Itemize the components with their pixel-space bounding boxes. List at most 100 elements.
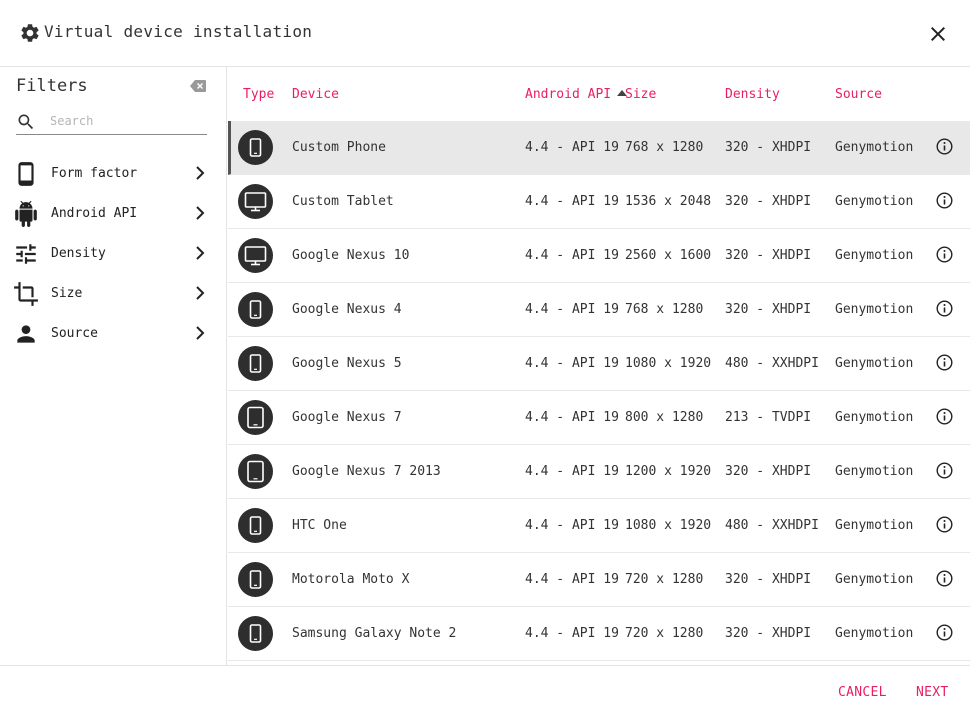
- table-row[interactable]: Google Nexus 5 4.4 - API 19 1080 x 1920 480…: [228, 337, 970, 391]
- size-cell: 1536 x 2048: [625, 194, 712, 209]
- gear-icon: [21, 24, 39, 42]
- column-header-device[interactable]: Device: [292, 87, 339, 102]
- source-cell: Genymotion: [835, 626, 914, 641]
- chevron-right-icon: [196, 286, 205, 300]
- close-icon[interactable]: [926, 22, 950, 46]
- info-icon[interactable]: [936, 354, 953, 371]
- table-row[interactable]: Google Nexus 7 2013 4.4 - API 19 1200 x 19…: [228, 445, 970, 499]
- table-row[interactable]: Google Nexus 4 4.4 - API 19 768 x 1280 320 …: [228, 283, 970, 337]
- android-api-cell: 4.4 - API 19: [525, 572, 619, 587]
- window-title: Virtual device installation: [44, 22, 313, 41]
- info-icon[interactable]: [936, 408, 953, 425]
- android-api-cell: 4.4 - API 19: [525, 356, 619, 371]
- table-row[interactable]: Motorola Moto X 4.4 - API 19 720 x 1280 320…: [228, 553, 970, 607]
- filter-label: Size: [51, 286, 83, 301]
- chevron-right-icon: [196, 206, 205, 220]
- column-header-size[interactable]: Size: [625, 87, 656, 102]
- density-cell: 213 - TVDPI: [725, 410, 812, 425]
- filters-panel: Filters Form factor Android API Density: [0, 67, 227, 665]
- filter-label: Form factor: [51, 166, 138, 181]
- source-cell: Genymotion: [835, 410, 914, 425]
- filter-label: Density: [51, 246, 106, 261]
- android-api-cell: 4.4 - API 19: [525, 302, 619, 317]
- table-row[interactable]: Google Nexus 10 4.4 - API 19 2560 x 1600 32…: [228, 229, 970, 283]
- phone-icon: [18, 162, 34, 186]
- device-type-phone-icon: [238, 616, 273, 651]
- android-icon: [15, 201, 37, 227]
- info-icon[interactable]: [936, 516, 953, 533]
- size-cell: 800 x 1280: [625, 410, 704, 425]
- size-cell: 720 x 1280: [625, 572, 704, 587]
- filter-source[interactable]: Source: [0, 313, 226, 353]
- chevron-right-icon: [196, 326, 205, 340]
- filter-form-factor[interactable]: Form factor: [0, 153, 226, 193]
- device-name-cell: Custom Phone: [292, 140, 386, 155]
- info-icon[interactable]: [936, 138, 953, 155]
- android-api-cell: 4.4 - API 19: [525, 626, 619, 641]
- table-row[interactable]: Custom Tablet 4.4 - API 19 1536 x 2048 320 …: [228, 175, 970, 229]
- device-name-cell: Samsung Galaxy Note 2: [292, 626, 457, 641]
- filter-density[interactable]: Density: [0, 233, 226, 273]
- filter-label: Source: [51, 326, 98, 341]
- device-type-phone-icon: [238, 562, 273, 597]
- table-row[interactable]: HTC One 4.4 - API 19 1080 x 1920 480 - XXHD…: [228, 499, 970, 553]
- column-header-type[interactable]: Type: [243, 87, 274, 102]
- source-cell: Genymotion: [835, 572, 914, 587]
- device-type-tablet-icon: [238, 400, 273, 435]
- density-cell: 320 - XHDPI: [725, 140, 812, 155]
- next-button[interactable]: NEXT: [916, 685, 949, 700]
- filter-size[interactable]: Size: [0, 273, 226, 313]
- info-icon[interactable]: [936, 624, 953, 641]
- size-cell: 768 x 1280: [625, 140, 704, 155]
- filters-heading: Filters: [16, 76, 88, 96]
- info-icon[interactable]: [936, 192, 953, 209]
- device-type-monitor-icon: [238, 184, 273, 219]
- filter-android-api[interactable]: Android API: [0, 193, 226, 233]
- device-name-cell: Google Nexus 7: [292, 410, 402, 425]
- column-header-density[interactable]: Density: [725, 87, 780, 102]
- device-table: Type Device Android API Size Density Sou…: [228, 67, 970, 665]
- density-cell: 320 - XHDPI: [725, 464, 812, 479]
- device-type-tablet-icon: [238, 454, 273, 489]
- sliders-icon: [16, 244, 36, 264]
- android-api-cell: 4.4 - API 19: [525, 410, 619, 425]
- device-name-cell: Google Nexus 5: [292, 356, 402, 371]
- density-cell: 320 - XHDPI: [725, 626, 812, 641]
- info-icon[interactable]: [936, 570, 953, 587]
- device-name-cell: Motorola Moto X: [292, 572, 410, 587]
- size-cell: 720 x 1280: [625, 626, 704, 641]
- search-input[interactable]: [50, 111, 200, 131]
- chevron-right-icon: [196, 166, 205, 180]
- android-api-cell: 4.4 - API 19: [525, 518, 619, 533]
- info-icon[interactable]: [936, 462, 953, 479]
- size-cell: 1080 x 1920: [625, 518, 712, 533]
- size-cell: 1200 x 1920: [625, 464, 712, 479]
- source-cell: Genymotion: [835, 302, 914, 317]
- density-cell: 480 - XXHDPI: [725, 356, 819, 371]
- device-type-phone-icon: [238, 508, 273, 543]
- table-row[interactable]: Custom Phone 4.4 - API 19 768 x 1280 320 - …: [228, 121, 970, 175]
- source-cell: Genymotion: [835, 194, 914, 209]
- device-type-phone-icon: [238, 292, 273, 327]
- info-icon[interactable]: [936, 300, 953, 317]
- search-field: [16, 109, 207, 135]
- dialog-footer: CANCEL NEXT: [0, 665, 970, 717]
- device-type-phone-icon: [238, 346, 273, 381]
- android-api-cell: 4.4 - API 19: [525, 248, 619, 263]
- person-icon: [17, 325, 35, 343]
- backspace-icon[interactable]: [190, 80, 206, 92]
- device-name-cell: HTC One: [292, 518, 347, 533]
- column-header-android-api[interactable]: Android API: [525, 87, 628, 102]
- title-bar: Virtual device installation: [0, 0, 970, 67]
- source-cell: Genymotion: [835, 356, 914, 371]
- source-cell: Genymotion: [835, 518, 914, 533]
- column-header-source[interactable]: Source: [835, 87, 882, 102]
- table-row[interactable]: Google Nexus 7 4.4 - API 19 800 x 1280 213 …: [228, 391, 970, 445]
- cancel-button[interactable]: CANCEL: [838, 685, 887, 700]
- table-row[interactable]: Samsung Galaxy Note 2 4.4 - API 19 720 x 1…: [228, 607, 970, 661]
- device-name-cell: Google Nexus 7 2013: [292, 464, 441, 479]
- size-cell: 2560 x 1600: [625, 248, 712, 263]
- source-cell: Genymotion: [835, 464, 914, 479]
- info-icon[interactable]: [936, 246, 953, 263]
- source-cell: Genymotion: [835, 248, 914, 263]
